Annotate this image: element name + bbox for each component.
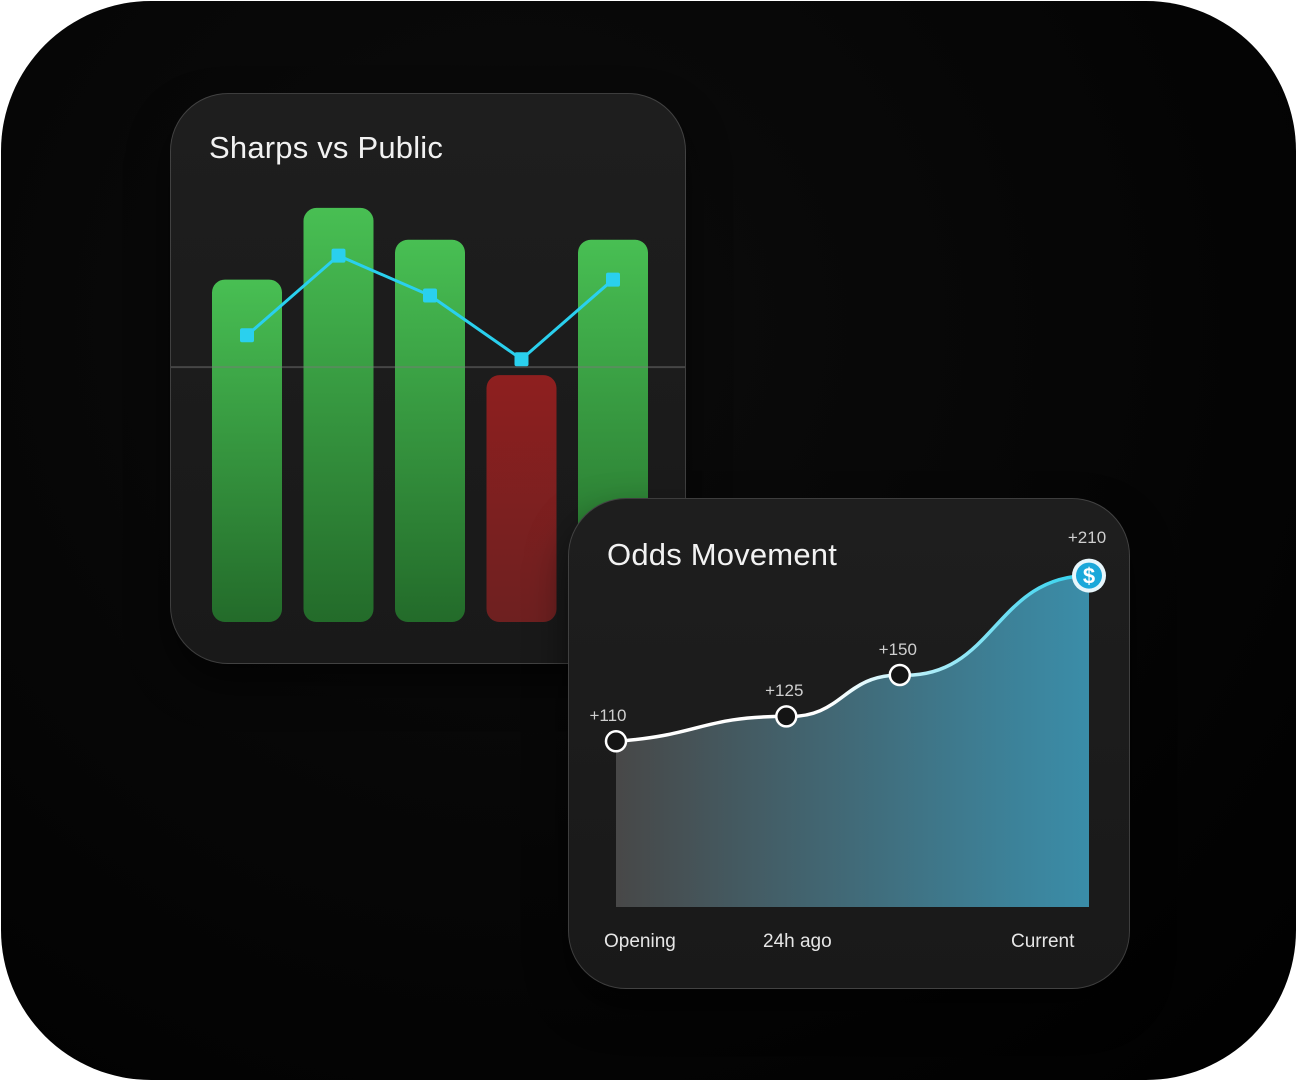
x-axis-label: 24h ago <box>763 931 832 952</box>
trend-point <box>514 352 529 367</box>
trend-point <box>331 248 346 263</box>
odds-movement-chart: $ <box>604 558 1106 907</box>
trend-point <box>423 288 437 303</box>
area-fill <box>616 575 1089 907</box>
bar-positive <box>303 207 374 622</box>
odds-value-label: +150 <box>878 640 917 659</box>
trend-point <box>606 272 620 287</box>
odds-movement-card: Odds Movement $ +110 +125 +150 +210 Opening 2… <box>568 498 1130 989</box>
bar-negative <box>486 375 557 622</box>
odds-value-label: +125 <box>765 681 804 701</box>
odds-point <box>888 663 912 687</box>
trend-point <box>240 328 254 343</box>
background-frame: Sharps vs Public Odds Movement $ +110 +12… <box>1 1 1296 1080</box>
dollar-glyph: $ <box>1083 564 1095 589</box>
odds-value-label: +210 <box>1067 527 1107 547</box>
x-axis-label: Opening <box>604 931 676 952</box>
odds-point <box>775 705 798 728</box>
x-axis-label: Current <box>1011 931 1075 952</box>
odds-point <box>604 730 628 753</box>
odds-value-label: +110 <box>589 706 627 726</box>
